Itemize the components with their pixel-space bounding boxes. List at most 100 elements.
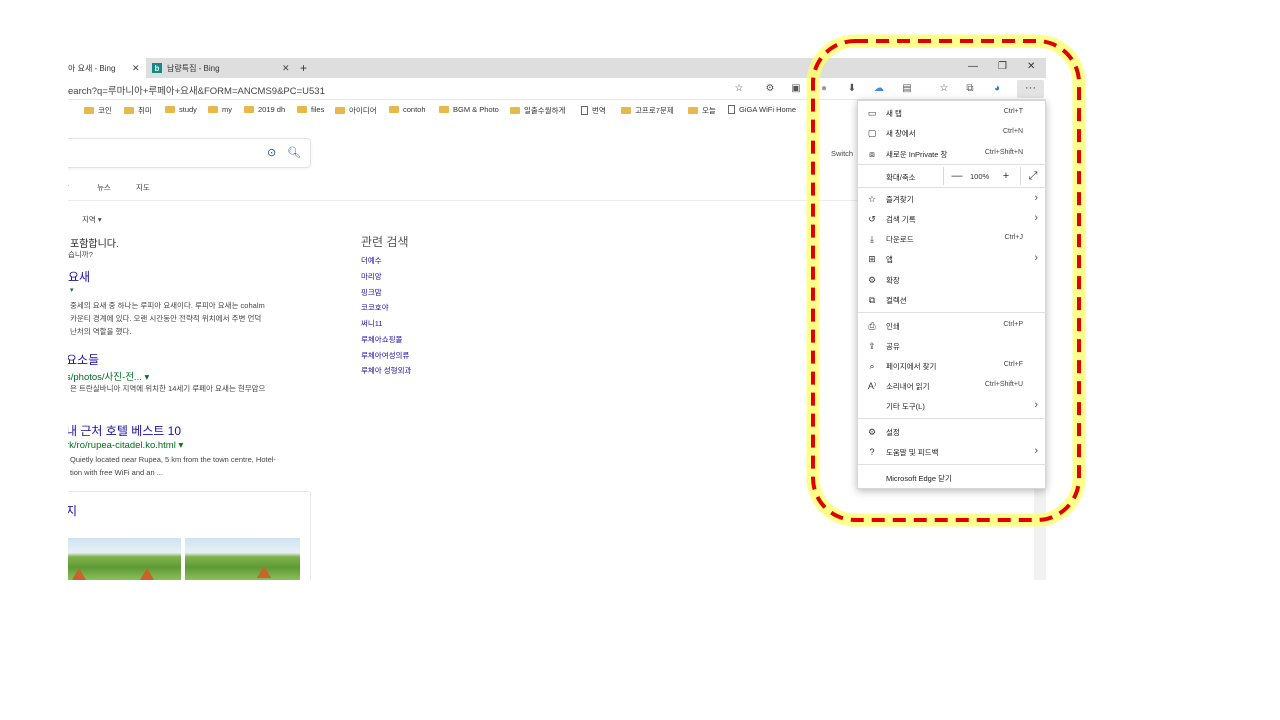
extension-circle-icon[interactable]: ●: [818, 83, 830, 95]
favorites-icon[interactable]: ☆: [938, 83, 950, 95]
bookmark-item[interactable]: contoh: [389, 105, 426, 114]
bookmark-item[interactable]: 아이디어: [335, 105, 377, 116]
related-search-item[interactable]: 루체아쇼핑몰: [361, 334, 402, 345]
related-search-item[interactable]: 더예수: [361, 255, 382, 266]
image-thumbnail[interactable]: [185, 538, 300, 580]
nav-item[interactable]: 상: [68, 182, 69, 193]
menu-new-tab[interactable]: ▭ 새 탭 Ctrl+T: [858, 104, 1047, 122]
result-title[interactable]: 내 근처 호텔 베스트 10: [68, 422, 181, 439]
menu-collections[interactable]: ⧉ 컬렉션: [858, 291, 1047, 309]
result-snippet: 중세의 요새 중 하나는 루피아 요새이다. 루피아 요새는 cohalm: [70, 301, 265, 310]
related-search-item[interactable]: 써니11: [361, 318, 383, 329]
tab-second[interactable]: b 납량특집 - Bing ✕: [148, 58, 296, 78]
tab-current[interactable]: 아 요새 - Bing ✕: [68, 58, 146, 78]
nav-news[interactable]: 뉴스: [97, 182, 111, 193]
extension-image-icon[interactable]: ▤: [901, 83, 913, 95]
favorite-star-icon[interactable]: ☆: [733, 83, 745, 95]
bookmark-item[interactable]: 일출수월하게: [510, 105, 565, 116]
result-url[interactable]: s/photos/사진-전... ▾: [68, 369, 149, 383]
menu-share[interactable]: ⇪ 공유: [858, 337, 1047, 355]
menu-find[interactable]: ⌕ 페이지에서 찾기 Ctrl+F: [858, 357, 1047, 375]
new-tab-button[interactable]: +: [300, 58, 312, 78]
help-icon: ?: [869, 447, 875, 457]
result-url[interactable]: rk/ro/rupea-citadel.ko.html ▾: [68, 440, 183, 451]
bookmark-item[interactable]: study: [165, 105, 197, 114]
roof-shape: [257, 566, 271, 578]
result-snippet: tion with free WiFi and an ...: [70, 468, 163, 477]
menu-help[interactable]: ? 도움말 및 피드백 ›: [858, 443, 1047, 461]
bookmark-item[interactable]: 2019 dh: [244, 105, 285, 114]
bookmark-item[interactable]: BGM & Photo: [439, 105, 499, 114]
menu-apps[interactable]: ⊞ 앱 ›: [858, 250, 1047, 268]
menu-label: 인쇄: [886, 322, 900, 331]
menu-print[interactable]: ⎙ 인쇄 Ctrl+P: [858, 317, 1047, 335]
menu-label: 새 창에서: [886, 129, 916, 138]
switch-link[interactable]: Switch: [831, 149, 853, 158]
bookmark-item[interactable]: 오늘: [688, 105, 716, 116]
visual-search-icon[interactable]: ⊙: [267, 146, 276, 159]
related-search-item[interactable]: 핑크맘: [361, 287, 382, 298]
menu-more-tools[interactable]: 기타 도구(L) ›: [858, 397, 1047, 415]
menu-settings[interactable]: ⚙ 설정: [858, 423, 1047, 441]
related-search-item[interactable]: 마리앙: [361, 271, 382, 282]
chevron-right-icon: ›: [1034, 192, 1038, 204]
menu-inprivate[interactable]: ⧈ 새로운 InPrivate 창 Ctrl+Shift+N: [858, 145, 1047, 163]
bookmark-item[interactable]: 코인: [84, 105, 112, 116]
bookmark-item[interactable]: files: [297, 105, 324, 114]
result-title[interactable]: 요새: [68, 268, 90, 285]
folder-icon: [84, 107, 94, 114]
menu-label: 페이지에서 찾기: [886, 362, 937, 371]
profile-avatar-icon[interactable]: ◕: [991, 83, 1003, 95]
url-input[interactable]: earch?q=루마니아+루페아+요새&FORM=ANCMS9&PC=U531: [68, 83, 325, 97]
menu-label: 기타 도구(L): [886, 402, 925, 411]
bookmark-item[interactable]: my: [208, 105, 232, 114]
result-snippet: 카운티 경계에 있다. 오랜 시간동안 전략적 위치에서 주변 언덕: [70, 314, 262, 323]
menu-divider: [858, 418, 1047, 419]
fullscreen-icon[interactable]: ⤢: [1025, 168, 1041, 184]
extension-download-icon[interactable]: ⬇: [846, 83, 858, 95]
bookmark-item[interactable]: 취미: [124, 105, 152, 116]
extension-cloud-icon[interactable]: ☁: [873, 83, 885, 95]
menu-label: 도움말 및 피드백: [886, 448, 939, 457]
restore-icon[interactable]: ❐: [998, 61, 1007, 72]
zoom-in-button[interactable]: +: [998, 168, 1014, 184]
result-intro: 포함합니다.: [70, 239, 119, 250]
history-icon: ↺: [868, 214, 876, 224]
menu-extensions[interactable]: ⚙ 확장: [858, 271, 1047, 289]
tab-close-button[interactable]: ✕: [132, 63, 140, 74]
zoom-value: 100%: [970, 172, 990, 181]
settings-and-more-button[interactable]: ···: [1017, 80, 1044, 98]
result-url[interactable]: ▾: [70, 286, 74, 294]
bookmark-item[interactable]: 고프로7문제: [621, 105, 674, 116]
menu-history[interactable]: ↺ 검색 기록 ›: [858, 210, 1047, 228]
menu-downloads[interactable]: ⤓ 다운로드 Ctrl+J: [858, 230, 1047, 248]
zoom-out-button[interactable]: —: [949, 168, 965, 184]
close-window-icon[interactable]: ✕: [1027, 61, 1035, 72]
doc-icon: [581, 106, 588, 115]
result-title[interactable]: 요소들: [68, 351, 99, 368]
menu-read-aloud[interactable]: A⁾ 소리내어 읽기 Ctrl+Shift+U: [858, 377, 1047, 395]
extension-bookmark-icon[interactable]: ▣: [790, 83, 802, 95]
search-box[interactable]: ⊙ 🔍︎: [68, 138, 311, 168]
search-icon[interactable]: 🔍︎: [287, 146, 301, 159]
minimize-icon[interactable]: —: [968, 61, 978, 72]
menu-new-window[interactable]: ▢ 새 창에서 Ctrl+N: [858, 124, 1047, 142]
extension-gear-icon[interactable]: ⚙: [764, 83, 776, 95]
related-search-item[interactable]: 코코호야: [361, 302, 389, 313]
menu-favorites[interactable]: ☆ 즐겨찾기 ›: [858, 190, 1047, 208]
doc-icon: [728, 105, 735, 114]
image-thumbnail[interactable]: [68, 538, 181, 580]
related-search-item[interactable]: 루체아여성의류: [361, 350, 409, 361]
screenshot-canvas: 아 요새 - Bing ✕ b 납량특집 - Bing ✕ + — ❐ ✕ ea…: [0, 0, 1280, 720]
menu-close-edge[interactable]: Microsoft Edge 닫기: [858, 469, 1047, 487]
zoom-divider: [943, 167, 944, 185]
region-filter[interactable]: 지역 ▾: [82, 214, 102, 225]
bookmark-item[interactable]: 번역: [581, 105, 606, 116]
nav-maps[interactable]: 지도: [136, 182, 150, 193]
menu-divider: [858, 464, 1047, 465]
related-search-item[interactable]: 루체아 성형외과: [361, 365, 411, 376]
image-card-title[interactable]: 지: [68, 502, 77, 519]
collections-icon[interactable]: ⧉: [964, 83, 976, 95]
bookmark-item[interactable]: GiGA WiFi Home: [728, 105, 796, 114]
tab-close-button[interactable]: ✕: [282, 63, 290, 74]
